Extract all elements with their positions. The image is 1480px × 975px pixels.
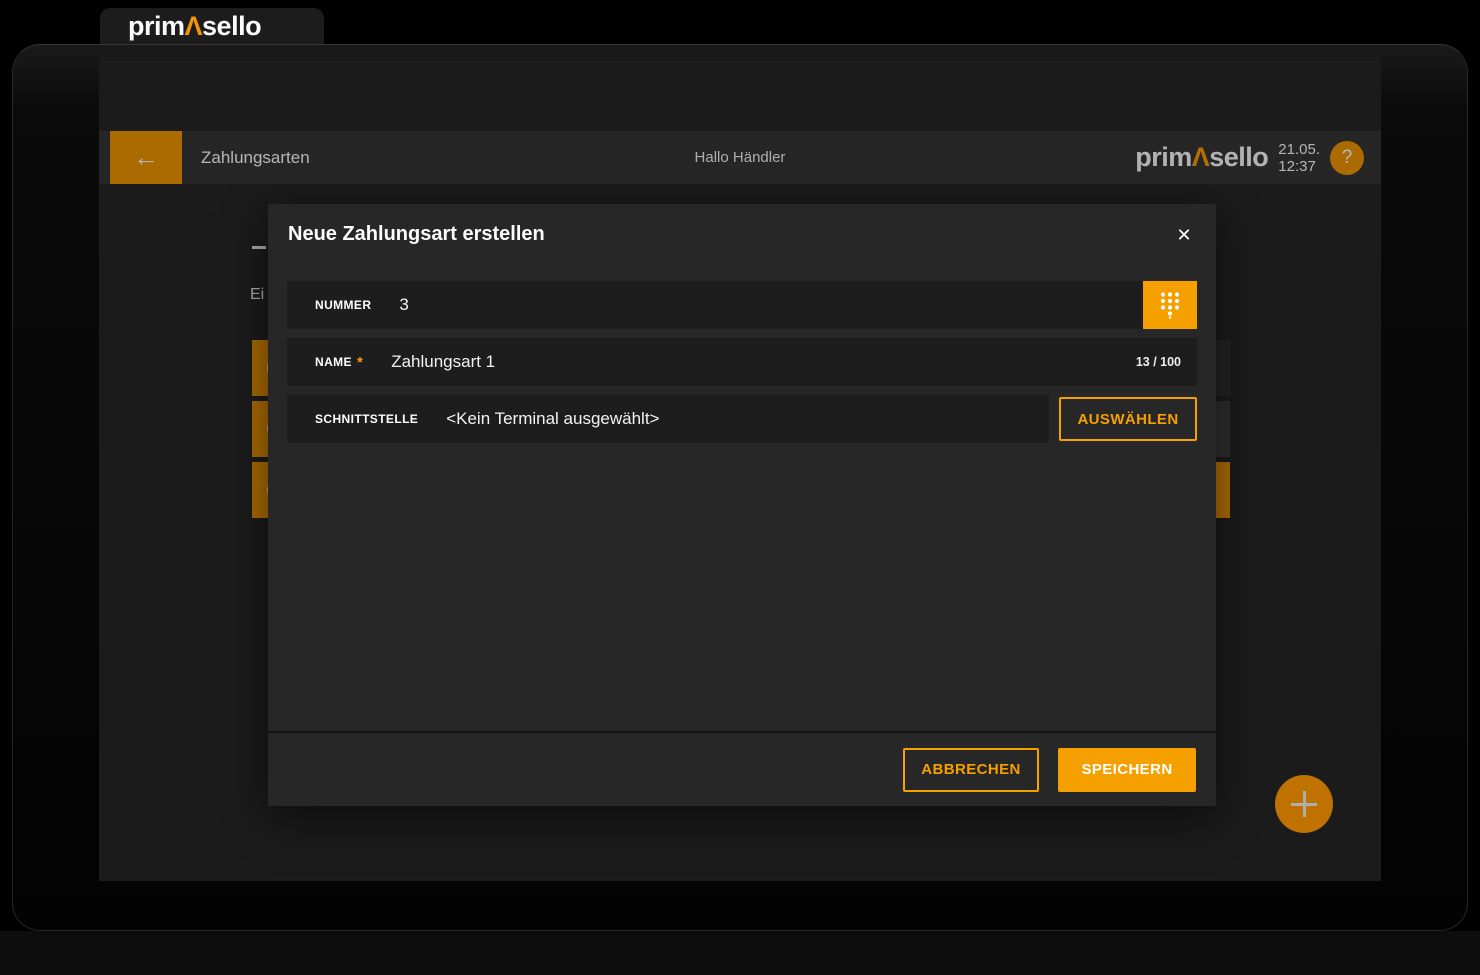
name-field[interactable]: NAME* Zahlungsart 1 13 / 100	[287, 338, 1197, 386]
character-counter: 13 / 100	[1136, 355, 1181, 369]
save-button[interactable]: SPEICHERN	[1058, 748, 1196, 792]
required-marker: *	[357, 354, 363, 371]
schnittstelle-row: SCHNITTSTELLE <Kein Terminal ausgewählt>…	[287, 395, 1197, 443]
select-terminal-button[interactable]: AUSWÄHLEN	[1059, 397, 1197, 441]
nummer-field[interactable]: NUMMER 3	[287, 281, 1197, 329]
schnittstelle-value: <Kein Terminal ausgewählt>	[446, 409, 659, 429]
browser-tab: primΛsello	[100, 8, 324, 44]
logo-text-right: sello	[202, 11, 261, 41]
dialpad-icon	[1159, 291, 1181, 319]
app-screen: ← Zahlungsarten Hallo Händler primΛsello…	[99, 57, 1381, 881]
primasello-logo: primΛsello	[128, 11, 261, 42]
page-bottom-strip	[0, 931, 1480, 975]
create-payment-type-dialog: Neue Zahlungsart erstellen ✕ NUMMER 3	[268, 204, 1216, 806]
page: primΛsello ← Zahlungsarten Hallo Händler…	[0, 0, 1480, 975]
schnittstelle-label: SCHNITTSTELLE	[315, 412, 418, 426]
logo-text-left: prim	[128, 11, 185, 41]
nummer-label: NUMMER	[315, 298, 371, 312]
name-label: NAME*	[315, 354, 363, 371]
keypad-button[interactable]	[1143, 281, 1197, 329]
close-button[interactable]: ✕	[1169, 220, 1199, 250]
dialog-footer: ABBRECHEN SPEICHERN	[268, 731, 1216, 806]
close-icon: ✕	[1176, 225, 1191, 245]
nummer-value: 3	[399, 295, 408, 315]
dialog-title: Neue Zahlungsart erstellen	[288, 223, 545, 246]
lambda-icon: Λ	[185, 11, 203, 41]
name-value: Zahlungsart 1	[391, 352, 495, 372]
cancel-button[interactable]: ABBRECHEN	[903, 748, 1039, 792]
schnittstelle-field[interactable]: SCHNITTSTELLE <Kein Terminal ausgewählt>	[287, 395, 1049, 443]
